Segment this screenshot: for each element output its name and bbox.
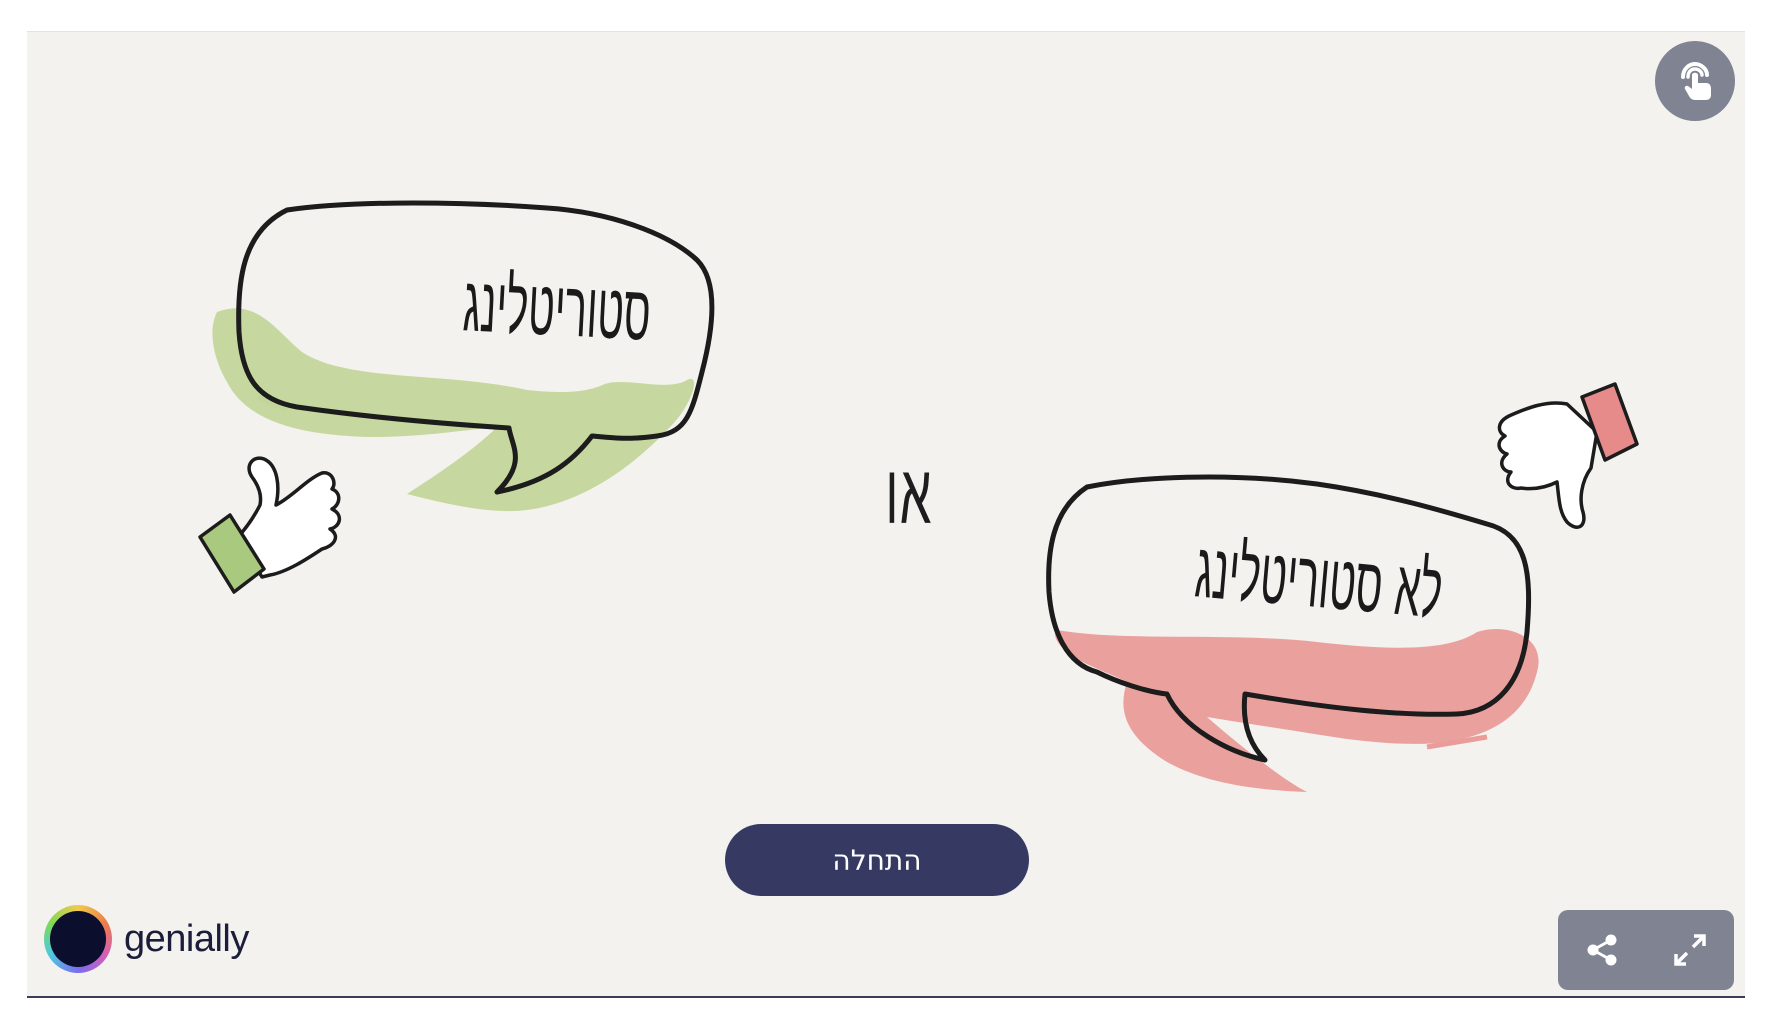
start-button[interactable]: התחלה [725, 824, 1029, 896]
expand-icon [1674, 934, 1706, 966]
or-word: או [885, 445, 933, 543]
red-paint-splash [1055, 628, 1539, 792]
fullscreen-button[interactable] [1660, 920, 1720, 980]
viewer-controls [1558, 910, 1734, 990]
brand-name: genially [124, 917, 249, 960]
share-icon [1587, 934, 1617, 966]
share-button[interactable] [1572, 920, 1632, 980]
genially-brand[interactable]: genially [44, 904, 249, 974]
thumbs-up-icon [198, 456, 342, 594]
touch-pointer-icon [1681, 61, 1711, 100]
thumbs-down-icon [1497, 382, 1639, 529]
bubble-left-text: סטוריטלינג [461, 259, 653, 359]
genially-logo-icon [44, 905, 112, 973]
slide-canvas: סטוריטלינג לא סטוריטלינג או התחלה genial… [27, 31, 1745, 998]
gesture-button[interactable] [1655, 41, 1735, 121]
